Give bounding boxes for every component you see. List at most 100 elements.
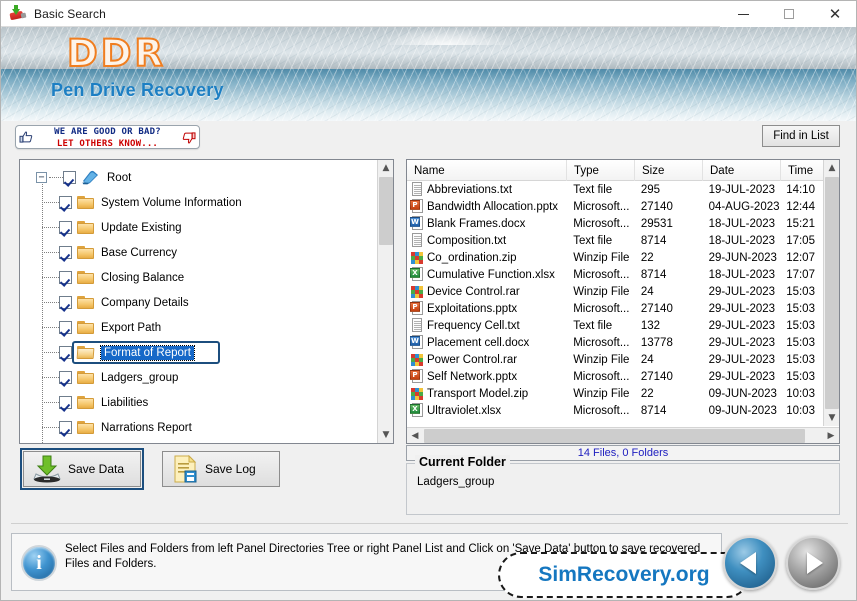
- file-list-row[interactable]: W Blank Frames.docx Microsoft... 29531 18-JU…: [407, 215, 822, 232]
- tree-node-checkbox[interactable]: [59, 421, 72, 434]
- arrow-right-icon: [807, 552, 823, 574]
- tree-node-checkbox[interactable]: [59, 371, 72, 384]
- close-button[interactable]: ✕: [812, 1, 856, 27]
- forward-button[interactable]: [786, 536, 840, 590]
- tree-node-root[interactable]: − Root: [20, 165, 378, 190]
- find-in-list-button[interactable]: Find in List: [762, 125, 840, 147]
- file-name-cell[interactable]: Device Control.rar: [407, 283, 566, 300]
- maximize-button[interactable]: [766, 1, 812, 27]
- file-name-cell[interactable]: Co_ordination.zip: [407, 249, 566, 266]
- tree-node-closing-balance[interactable]: Closing Balance: [20, 265, 378, 290]
- tree-node-label: Root: [107, 171, 132, 184]
- tree-node-checkbox[interactable]: [59, 296, 72, 309]
- file-name-label: Frequency Cell.txt: [427, 319, 520, 332]
- list-vertical-scrollbar[interactable]: ▲ ▼: [823, 160, 839, 426]
- file-list-row[interactable]: Abbreviations.txt Text file 295 19-JUL-2023…: [407, 181, 822, 198]
- tree-node-narrations-report[interactable]: Narrations Report: [20, 415, 378, 440]
- rate-us-badge[interactable]: WE ARE GOOD OR BAD? LET OTHERS KNOW...: [15, 125, 200, 149]
- file-name-label: Exploitations.pptx: [427, 302, 518, 315]
- file-list-row[interactable]: Transport Model.zip Winzip File 22 09-JUN-2…: [407, 385, 822, 402]
- docx-file-icon: W: [410, 335, 424, 350]
- file-time-cell: 15:03: [786, 319, 815, 332]
- tree-connector: [42, 302, 59, 303]
- file-list-row[interactable]: W Placement cell.docx Microsoft... 13778 29-…: [407, 334, 822, 351]
- list-horizontal-scrollbar[interactable]: ◀ ▶: [407, 427, 839, 443]
- directory-tree-panel[interactable]: − Root System Volume Information Update E…: [19, 159, 394, 444]
- scroll-down-icon[interactable]: ▼: [824, 410, 839, 426]
- file-name-cell[interactable]: P Exploitations.pptx: [407, 300, 566, 317]
- product-name: Pen Drive Recovery: [51, 80, 224, 100]
- column-header-time[interactable]: Time: [781, 160, 824, 181]
- file-name-label: Co_ordination.zip: [427, 251, 517, 264]
- scroll-thumb[interactable]: [825, 177, 839, 409]
- file-list-row[interactable]: Frequency Cell.txt Text file 132 29-JUL-202…: [407, 317, 822, 334]
- tree-node-checkbox[interactable]: [59, 321, 72, 334]
- file-name-cell[interactable]: P Bandwidth Allocation.pptx: [407, 198, 566, 215]
- tree-vertical-scrollbar[interactable]: ▲ ▼: [377, 160, 393, 443]
- scroll-thumb[interactable]: [424, 429, 805, 443]
- tree-node-update-existing[interactable]: Update Existing: [20, 215, 378, 240]
- column-header-date[interactable]: Date: [703, 160, 781, 181]
- file-name-cell[interactable]: X Cumulative Function.xlsx: [407, 266, 566, 283]
- tree-node-liabilities[interactable]: Liabilities: [20, 390, 378, 415]
- file-list-row[interactable]: P Self Network.pptx Microsoft... 27140 29-JU…: [407, 368, 822, 385]
- scroll-left-icon[interactable]: ◀: [407, 428, 423, 443]
- save-log-button[interactable]: Save Log: [162, 451, 280, 487]
- file-list-panel[interactable]: Name Type Size Date Time Abbreviations.txt Te…: [406, 159, 840, 444]
- file-name-cell[interactable]: X Ultraviolet.xlsx: [407, 402, 566, 419]
- tree-node-checkbox[interactable]: [59, 196, 72, 209]
- column-header-name[interactable]: Name: [407, 160, 567, 181]
- docx-file-icon: W: [410, 216, 424, 231]
- file-name-cell[interactable]: Frequency Cell.txt: [407, 317, 566, 334]
- tree-node-checkbox[interactable]: [59, 346, 72, 359]
- scroll-down-icon[interactable]: ▼: [378, 427, 393, 443]
- scroll-thumb[interactable]: [379, 177, 393, 245]
- file-list-row[interactable]: Composition.txt Text file 8714 18-JUL-2023 1…: [407, 232, 822, 249]
- tree-node-base-currency[interactable]: Base Currency: [20, 240, 378, 265]
- scroll-up-icon[interactable]: ▲: [378, 160, 393, 176]
- file-name-cell[interactable]: Abbreviations.txt: [407, 181, 566, 198]
- scroll-right-icon[interactable]: ▶: [823, 428, 839, 443]
- rate-line-2: LET OTHERS KNOW...: [56, 139, 159, 149]
- file-list-row[interactable]: X Ultraviolet.xlsx Microsoft... 8714 09-JUN-…: [407, 402, 822, 419]
- column-header-size[interactable]: Size: [635, 160, 703, 181]
- tree-node-system-volume-information[interactable]: System Volume Information: [20, 190, 378, 215]
- file-list-row[interactable]: Power Control.rar Winzip File 24 29-JUL-202…: [407, 351, 822, 368]
- file-name-cell[interactable]: Power Control.rar: [407, 351, 566, 368]
- file-list-row[interactable]: P Exploitations.pptx Microsoft... 27140 29-J…: [407, 300, 822, 317]
- file-size-cell: 24: [640, 353, 654, 366]
- tree-node-checkbox[interactable]: [59, 396, 72, 409]
- tree-node-company-details[interactable]: Company Details: [20, 290, 378, 315]
- file-list-row[interactable]: X Cumulative Function.xlsx Microsoft... 871…: [407, 266, 822, 283]
- file-name-cell[interactable]: Composition.txt: [407, 232, 566, 249]
- column-header-type[interactable]: Type: [567, 160, 635, 181]
- file-name-cell[interactable]: Transport Model.zip: [407, 385, 566, 402]
- file-list-row[interactable]: P Bandwidth Allocation.pptx Microsoft... 27…: [407, 198, 822, 215]
- tree-node-export-path[interactable]: Export Path: [20, 315, 378, 340]
- tree-node-checkbox[interactable]: [63, 171, 76, 184]
- directory-tree[interactable]: − Root System Volume Information Update E…: [20, 160, 378, 443]
- save-data-button[interactable]: Save Data: [20, 448, 144, 490]
- expander-icon[interactable]: −: [36, 172, 47, 183]
- file-name-cell[interactable]: W Placement cell.docx: [407, 334, 566, 351]
- back-button[interactable]: [723, 536, 777, 590]
- file-date-cell: 04-AUG-2023: [708, 200, 780, 213]
- tree-node-checkbox[interactable]: [59, 221, 72, 234]
- file-size-cell: 22: [640, 251, 654, 264]
- file-name-cell[interactable]: P Self Network.pptx: [407, 368, 566, 385]
- minimize-button[interactable]: [720, 1, 766, 27]
- file-list-row[interactable]: Co_ordination.zip Winzip File 22 29-JUN-202…: [407, 249, 822, 266]
- file-name-label: Placement cell.docx: [427, 336, 530, 349]
- tree-node-checkbox[interactable]: [59, 271, 72, 284]
- brand-badge[interactable]: SimRecovery.org: [498, 552, 750, 598]
- title-bar: Basic Search ✕: [1, 1, 856, 27]
- file-name-cell[interactable]: W Blank Frames.docx: [407, 215, 566, 232]
- tree-node-ladgers-group[interactable]: Ladgers_group: [20, 365, 378, 390]
- tree-node-label: Base Currency: [101, 246, 178, 259]
- tree-node-format-of-report[interactable]: Format of Report: [20, 340, 378, 365]
- file-list-header[interactable]: Name Type Size Date Time: [407, 160, 839, 181]
- scroll-up-icon[interactable]: ▲: [824, 160, 839, 176]
- file-list-body[interactable]: Abbreviations.txt Text file 295 19-JUL-2023…: [407, 181, 822, 426]
- tree-node-checkbox[interactable]: [59, 246, 72, 259]
- file-list-row[interactable]: Device Control.rar Winzip File 24 29-JUL-20…: [407, 283, 822, 300]
